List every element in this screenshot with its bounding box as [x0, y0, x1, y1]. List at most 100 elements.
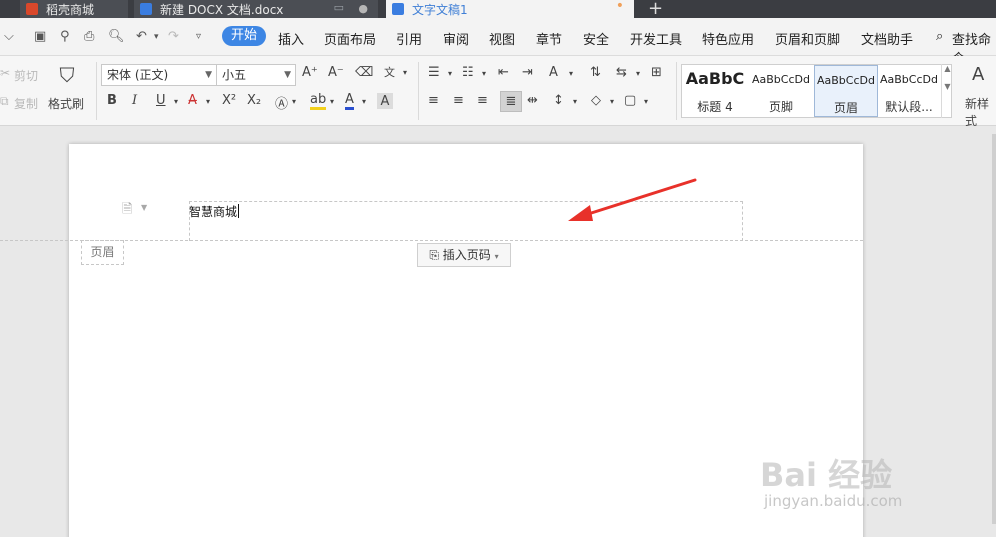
menu-chapter[interactable]: 章节	[536, 29, 562, 48]
format-painter-icon[interactable]: ⚲	[60, 29, 70, 44]
copy-button[interactable]: 复制	[14, 95, 38, 112]
page-number-icon: ⎘	[429, 248, 439, 262]
show-hide-marks-icon[interactable]: ⇆	[616, 65, 627, 80]
font-name-select[interactable]: 宋体 (正文) ▼	[101, 64, 217, 86]
insert-page-number-button[interactable]: ⎘ 插入页码 ▾	[417, 243, 511, 267]
bold-icon[interactable]: B	[107, 93, 117, 108]
align-right-icon[interactable]: ≡	[477, 93, 488, 108]
tab-docer-store[interactable]: 稻壳商城	[20, 0, 128, 18]
highlight-icon[interactable]: ab	[310, 92, 327, 110]
scissors-icon[interactable]: ✂	[0, 66, 10, 80]
line-spacing-icon[interactable]: ↕	[553, 93, 564, 108]
decrease-indent-icon[interactable]: ⇤	[498, 65, 509, 80]
chevron-down-icon[interactable]: ▾	[644, 97, 648, 106]
asian-layout-icon[interactable]: A	[549, 65, 558, 80]
style-header[interactable]: AaBbCcDd 页眉	[814, 65, 878, 117]
style-footer[interactable]: AaBbCcDd 页脚	[748, 65, 814, 117]
new-style-icon[interactable]: A	[972, 64, 984, 85]
font-size-select[interactable]: 小五 ▼	[216, 64, 296, 86]
underline-icon[interactable]: U	[156, 93, 166, 108]
chevron-down-icon[interactable]: ▾	[610, 97, 614, 106]
text-effect-icon[interactable]: Ⓐ	[275, 93, 288, 112]
writer-doc-icon	[140, 3, 152, 15]
chevron-down-icon[interactable]: ▾	[362, 97, 366, 106]
distributed-icon[interactable]: ⇹	[527, 93, 538, 108]
chevron-down-icon[interactable]: ⌵	[4, 29, 14, 44]
cut-button[interactable]: 剪切	[14, 67, 38, 84]
chevron-down-icon[interactable]: ▾	[292, 97, 296, 106]
clear-format-icon[interactable]: ⌫	[355, 65, 373, 80]
increase-indent-icon[interactable]: ⇥	[522, 65, 533, 80]
new-style-button[interactable]: 新样式	[965, 95, 996, 129]
tab-text-doc-1[interactable]: 文字文稿1 •	[386, 0, 634, 18]
italic-icon[interactable]: I	[132, 93, 137, 108]
chevron-down-icon[interactable]: ▾	[573, 97, 577, 106]
shading-icon[interactable]: ◇	[591, 93, 601, 108]
subscript-icon[interactable]: X₂	[247, 93, 261, 108]
align-center-icon[interactable]: ≡	[453, 93, 464, 108]
undo-dropdown-icon[interactable]: ▾	[154, 32, 159, 42]
header-text[interactable]: 智慧商城	[189, 203, 240, 220]
menu-security[interactable]: 安全	[583, 29, 609, 48]
menu-special-features[interactable]: 特色应用	[702, 29, 754, 48]
tab-new-docx[interactable]: 新建 DOCX 文档.docx ▭ ●	[134, 0, 378, 18]
sort-icon[interactable]: ⇅	[590, 65, 601, 80]
undo-icon[interactable]: ↶	[136, 29, 147, 44]
phonetic-guide-icon[interactable]: 文	[384, 64, 395, 80]
style-name: 页脚	[768, 100, 793, 114]
increase-font-icon[interactable]: A⁺	[302, 65, 318, 80]
table-icon[interactable]: ⊞	[651, 65, 662, 80]
copy-icon[interactable]: ⧉	[0, 94, 9, 109]
menu-page-layout[interactable]: 页面布局	[324, 29, 376, 48]
decrease-font-icon[interactable]: A⁻	[328, 65, 344, 80]
menu-references[interactable]: 引用	[396, 29, 422, 48]
unsaved-dot-icon[interactable]: •	[616, 0, 624, 14]
chevron-down-icon[interactable]: ▾	[636, 69, 640, 78]
print-preview-icon[interactable]: 🔍︎	[108, 29, 125, 44]
search-icon[interactable]: ⌕	[936, 29, 943, 44]
format-painter-brush-icon[interactable]: ⛉	[56, 63, 78, 87]
chevron-down-icon[interactable]: ▼	[141, 203, 147, 212]
menu-review[interactable]: 审阅	[443, 29, 469, 48]
style-default-paragraph[interactable]: AaBbCcDd 默认段...	[878, 65, 940, 117]
menu-doc-assistant[interactable]: 文档助手	[861, 29, 913, 48]
font-color-icon[interactable]: A	[345, 92, 354, 110]
chevron-down-icon[interactable]: ▾	[174, 97, 178, 106]
strikethrough-icon[interactable]: A̶	[188, 93, 197, 108]
new-tab-plus-icon[interactable]: +	[648, 0, 663, 18]
monitor-icon[interactable]: ▭	[334, 1, 344, 14]
style-heading-4[interactable]: AaBbC 标题 4	[682, 65, 748, 117]
save-icon[interactable]: ▣	[34, 29, 46, 44]
format-painter-button[interactable]: 格式刷	[48, 95, 84, 112]
superscript-icon[interactable]: X²	[222, 93, 236, 108]
borders-icon[interactable]: ▢	[624, 93, 636, 108]
numbered-list-icon[interactable]: ☷	[462, 65, 474, 80]
chevron-down-icon[interactable]: ▾	[330, 97, 334, 106]
align-left-icon[interactable]: ≡	[428, 93, 439, 108]
redo-icon[interactable]: ↷	[168, 29, 179, 44]
menu-insert[interactable]: 插入	[278, 29, 304, 48]
chevron-down-icon[interactable]: ▾	[569, 69, 573, 78]
close-tab-icon[interactable]: ●	[358, 2, 368, 15]
document-icon[interactable]: 🗎	[122, 200, 132, 222]
menu-view[interactable]: 视图	[489, 29, 515, 48]
chevron-down-icon[interactable]: ▾	[482, 69, 486, 78]
annotation-arrow	[568, 178, 697, 221]
menu-developer-tools[interactable]: 开发工具	[630, 29, 682, 48]
print-icon[interactable]: ⎙	[84, 29, 94, 44]
menu-header-footer[interactable]: 页眉和页脚	[775, 29, 840, 48]
chevron-down-icon[interactable]: ▾	[206, 97, 210, 106]
chevron-down-icon[interactable]: ▾	[448, 69, 452, 78]
watermark-url: jingyan.baidu.com	[764, 492, 903, 510]
menu-home-tab[interactable]: 开始	[222, 26, 266, 46]
font-size-value: 小五	[222, 68, 247, 82]
style-name: 标题 4	[697, 100, 733, 114]
customize-toolbar-icon[interactable]: ▿	[196, 31, 201, 42]
style-gallery-scroll[interactable]: ▲ ▼	[941, 64, 953, 118]
bullet-list-icon[interactable]: ☰	[428, 65, 440, 80]
chevron-down-icon[interactable]: ▾	[403, 68, 407, 77]
justify-icon[interactable]: ≣	[500, 91, 522, 112]
writer-doc-icon	[392, 3, 404, 15]
char-shading-icon[interactable]: A	[377, 93, 393, 109]
document-page[interactable]: 🗎 ▼ 智慧商城 页眉 ⎘ 插入页码 ▾	[0, 144, 863, 537]
